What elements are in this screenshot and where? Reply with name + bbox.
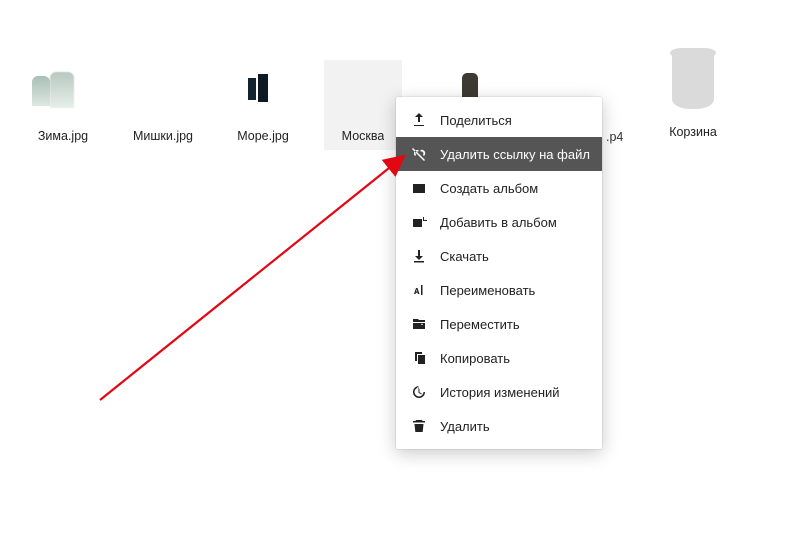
rename-icon xyxy=(410,281,428,299)
trash-item[interactable]: Корзина xyxy=(654,48,732,140)
menu-label: Удалить xyxy=(440,419,490,434)
menu-item-move[interactable]: Переместить xyxy=(396,307,602,341)
menu-item-add-to-album[interactable]: Добавить в альбом xyxy=(396,205,602,239)
thumbnail-image xyxy=(128,66,198,114)
menu-item-share[interactable]: Поделиться xyxy=(396,103,602,137)
share-icon xyxy=(410,111,428,129)
trash-label: Корзина xyxy=(669,124,717,140)
file-label-partial: .p4 xyxy=(606,130,623,144)
menu-label: Переместить xyxy=(440,317,520,332)
trash-icon xyxy=(670,48,716,110)
album-add-icon xyxy=(410,213,428,231)
menu-label: Удалить ссылку на файл xyxy=(440,147,590,162)
thumbnail-image xyxy=(228,66,298,114)
album-create-icon xyxy=(410,179,428,197)
file-item-zima[interactable]: Зима.jpg xyxy=(24,60,102,150)
menu-item-remove-link[interactable]: Удалить ссылку на файл xyxy=(396,137,602,171)
file-label: Море.jpg xyxy=(237,128,289,144)
menu-item-rename[interactable]: Переименовать xyxy=(396,273,602,307)
copy-icon xyxy=(410,349,428,367)
file-item-moskva[interactable]: Москва xyxy=(324,60,402,150)
thumbnail-image xyxy=(328,66,398,114)
menu-item-create-album[interactable]: Создать альбом xyxy=(396,171,602,205)
menu-label: Скачать xyxy=(440,249,489,264)
delete-icon xyxy=(410,417,428,435)
history-icon xyxy=(410,383,428,401)
menu-label: Добавить в альбом xyxy=(440,215,557,230)
move-icon xyxy=(410,315,428,333)
menu-label: Копировать xyxy=(440,351,510,366)
menu-item-delete[interactable]: Удалить xyxy=(396,409,602,443)
thumbnail-image xyxy=(28,66,98,114)
menu-item-download[interactable]: Скачать xyxy=(396,239,602,273)
file-item-more[interactable]: Море.jpg xyxy=(224,60,302,150)
file-label: Москва xyxy=(342,128,385,144)
file-label: Мишки.jpg xyxy=(133,128,193,144)
file-item-mishki[interactable]: Мишки.jpg xyxy=(124,60,202,150)
menu-label: Создать альбом xyxy=(440,181,538,196)
unlink-icon xyxy=(410,145,428,163)
download-icon xyxy=(410,247,428,265)
menu-item-copy[interactable]: Копировать xyxy=(396,341,602,375)
file-label: Зима.jpg xyxy=(38,128,88,144)
menu-label: История изменений xyxy=(440,385,560,400)
menu-label: Переименовать xyxy=(440,283,535,298)
menu-label: Поделиться xyxy=(440,113,512,128)
context-menu: Поделиться Удалить ссылку на файл Создат… xyxy=(396,97,602,449)
menu-item-history[interactable]: История изменений xyxy=(396,375,602,409)
